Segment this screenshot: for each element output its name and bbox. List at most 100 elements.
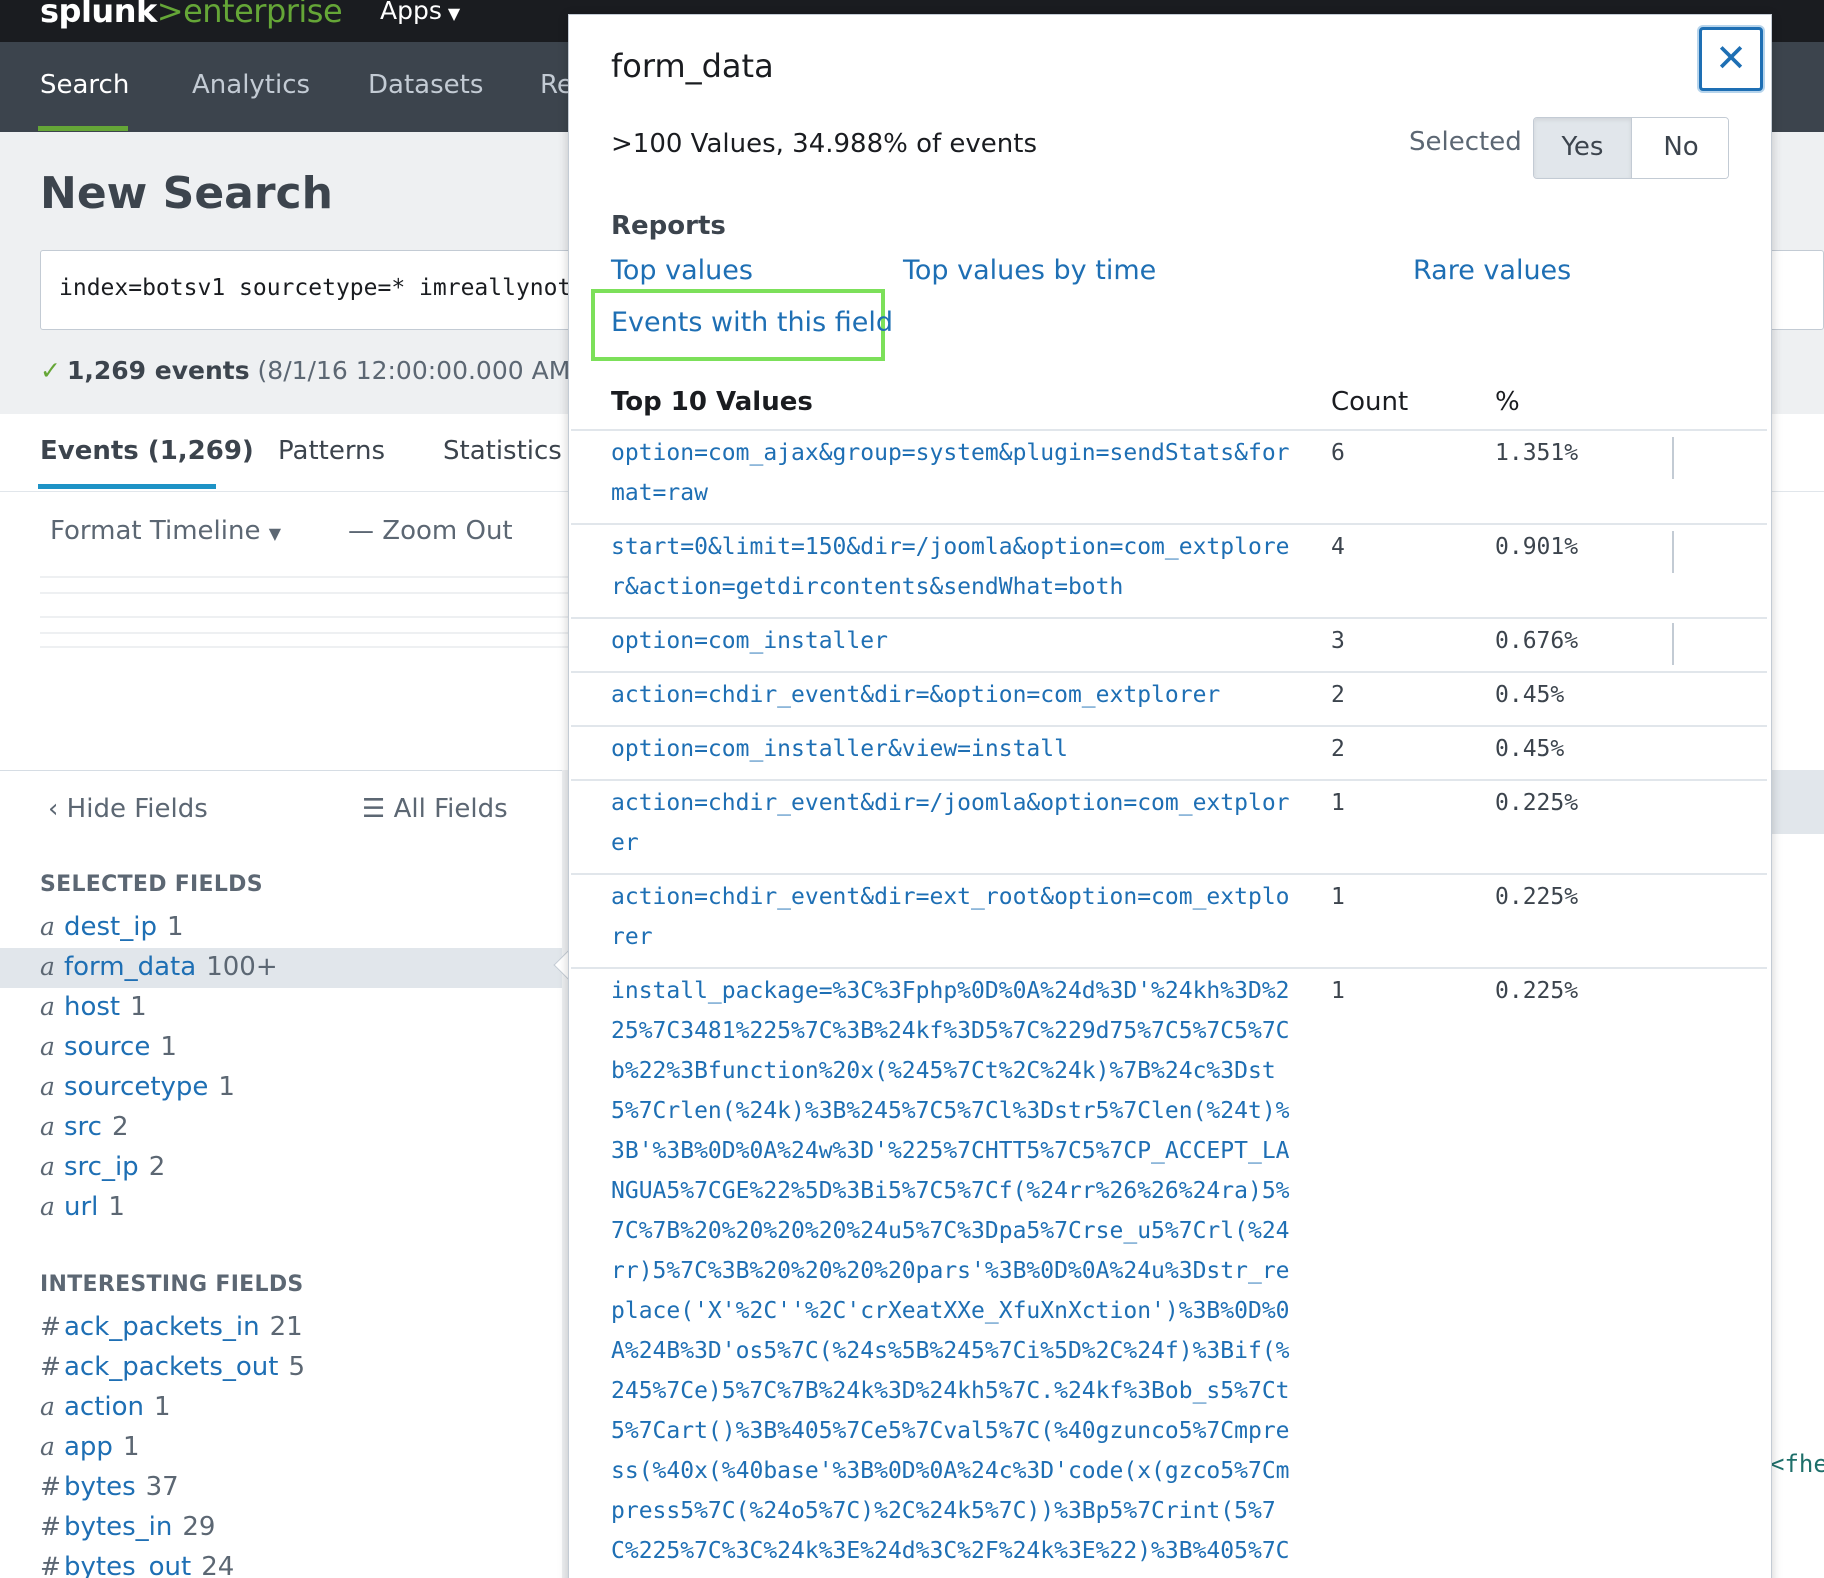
field-name: form_data xyxy=(64,952,197,982)
value-count: 4 xyxy=(1331,534,1345,560)
logo-main: splunk xyxy=(40,0,157,30)
list-icon: ☰ xyxy=(362,794,386,824)
field-item[interactable]: a url 1 xyxy=(0,1188,562,1228)
count-header: Count xyxy=(1331,387,1409,417)
field-name: url xyxy=(64,1192,99,1222)
format-timeline-menu[interactable]: Format Timeline ▼ xyxy=(50,516,281,546)
close-button[interactable]: ✕ xyxy=(1699,27,1763,91)
zoom-out-button[interactable]: — Zoom Out xyxy=(348,516,513,546)
field-item[interactable]: # bytes 37 xyxy=(0,1468,562,1508)
value-percent: 0.225% xyxy=(1495,978,1579,1004)
field-name: bytes xyxy=(64,1472,136,1502)
selected-yes-button[interactable]: Yes xyxy=(1534,118,1632,178)
field-type-icon: a xyxy=(40,1392,55,1421)
value-link[interactable]: start=0&limit=150&dir=/joomla&option=com… xyxy=(611,527,1291,607)
fields-divider xyxy=(0,770,570,771)
value-percent: 0.225% xyxy=(1495,884,1579,910)
field-summary-popup: form_data ✕ >100 Values, 34.988% of even… xyxy=(568,14,1772,1578)
value-link[interactable]: action=chdir_event&dir=&option=com_extpl… xyxy=(611,675,1291,715)
tab-active-indicator xyxy=(38,484,216,489)
nav-analytics[interactable]: Analytics xyxy=(192,70,310,100)
field-name: dest_ip xyxy=(64,912,157,942)
field-count: 1 xyxy=(122,1432,140,1462)
search-query-text: index=botsv1 sourcetype=* imreallynot xyxy=(59,275,572,301)
field-name: bytes_out xyxy=(64,1552,192,1578)
value-link[interactable]: action=chdir_event&dir=/joomla&option=co… xyxy=(611,783,1291,863)
tab-patterns[interactable]: Patterns xyxy=(278,436,385,466)
field-item[interactable]: # bytes_in 29 xyxy=(0,1508,562,1548)
field-count: 1 xyxy=(166,912,184,942)
value-percent: 0.45% xyxy=(1495,682,1565,708)
field-item[interactable]: a action 1 xyxy=(0,1388,562,1428)
tab-events[interactable]: Events (1,269) xyxy=(40,436,254,466)
all-fields-label: All Fields xyxy=(393,794,508,824)
field-item[interactable]: a app 1 xyxy=(0,1428,562,1468)
logo-gt: > xyxy=(156,0,184,30)
value-link[interactable]: option=com_installer&view=install xyxy=(611,729,1291,769)
field-item[interactable]: a src 2 xyxy=(0,1108,562,1148)
field-item[interactable]: # ack_packets_in 21 xyxy=(0,1308,562,1348)
top-values-link[interactable]: Top values xyxy=(611,255,753,286)
timeline-gridline xyxy=(40,646,570,648)
field-summary-text: >100 Values, 34.988% of events xyxy=(611,129,1038,159)
timeline-gridline xyxy=(40,616,570,618)
field-type-icon: # xyxy=(40,1512,61,1541)
field-item[interactable]: a dest_ip 1 xyxy=(0,908,562,948)
splunk-logo[interactable]: splunk>enterprise xyxy=(40,0,343,30)
value-link[interactable]: option=com_ajax&group=system&plugin=send… xyxy=(611,433,1291,513)
field-item[interactable]: a sourcetype 1 xyxy=(0,1068,562,1108)
chevron-left-icon: ‹ xyxy=(48,794,59,824)
value-count: 2 xyxy=(1331,736,1345,762)
row-divider xyxy=(571,429,1767,431)
value-count: 1 xyxy=(1331,978,1345,1004)
field-type-icon: a xyxy=(40,1432,55,1461)
percent-bar xyxy=(1672,623,1674,665)
hide-fields-label: Hide Fields xyxy=(66,794,208,824)
rare-values-link[interactable]: Rare values xyxy=(1413,255,1571,286)
field-type-icon: # xyxy=(40,1352,61,1381)
close-icon: ✕ xyxy=(1715,36,1747,80)
selected-no-button[interactable]: No xyxy=(1632,118,1728,178)
row-divider xyxy=(571,523,1767,525)
value-percent: 0.676% xyxy=(1495,628,1579,654)
field-item[interactable]: a src_ip 2 xyxy=(0,1148,562,1188)
nav-datasets[interactable]: Datasets xyxy=(368,70,483,100)
field-count: 1 xyxy=(108,1192,125,1222)
popup-title: form_data xyxy=(611,47,774,85)
field-count: 1 xyxy=(154,1392,171,1422)
value-link[interactable]: action=chdir_event&dir=ext_root&option=c… xyxy=(611,877,1291,957)
logo-product: enterprise xyxy=(183,0,343,30)
value-count: 2 xyxy=(1331,682,1345,708)
field-name: action xyxy=(64,1392,145,1422)
nav-search[interactable]: Search xyxy=(40,70,129,100)
field-item[interactable]: a host 1 xyxy=(0,988,562,1028)
page-title: New Search xyxy=(40,168,333,219)
field-item[interactable]: a form_data 100+ xyxy=(0,948,562,988)
events-with-field-link[interactable]: Events with this field xyxy=(611,307,893,338)
value-percent: 0.225% xyxy=(1495,790,1579,816)
apps-menu[interactable]: Apps ▼ xyxy=(380,0,460,25)
field-count: 37 xyxy=(145,1472,179,1502)
field-type-icon: # xyxy=(40,1472,61,1501)
field-count: 1 xyxy=(130,992,147,1022)
tab-statistics[interactable]: Statistics xyxy=(443,436,562,466)
field-count: 2 xyxy=(111,1112,129,1142)
nav-active-indicator xyxy=(38,126,128,131)
hide-fields-button[interactable]: ‹ Hide Fields xyxy=(48,794,208,824)
value-link[interactable]: install_package=%3C%3Fphp%0D%0A%24d%3D'%… xyxy=(611,971,1291,1578)
all-fields-button[interactable]: ☰ All Fields xyxy=(362,794,508,824)
field-item[interactable]: # bytes_out 24 xyxy=(0,1548,562,1578)
value-link[interactable]: option=com_installer xyxy=(611,621,1291,661)
field-item[interactable]: # ack_packets_out 5 xyxy=(0,1348,562,1388)
field-name: app xyxy=(64,1432,113,1462)
field-item[interactable]: a source 1 xyxy=(0,1028,562,1068)
field-count: 2 xyxy=(148,1152,166,1182)
top-values-header: Top 10 Values xyxy=(611,387,813,417)
field-count: 29 xyxy=(182,1512,216,1542)
field-name: source xyxy=(64,1032,151,1062)
top-values-by-time-link[interactable]: Top values by time xyxy=(903,255,1156,286)
selected-label: Selected xyxy=(1409,127,1522,157)
events-range: (8/1/16 12:00:00.000 AM to xyxy=(257,356,604,385)
event-row-background xyxy=(1772,770,1824,834)
field-type-icon: a xyxy=(40,952,55,981)
